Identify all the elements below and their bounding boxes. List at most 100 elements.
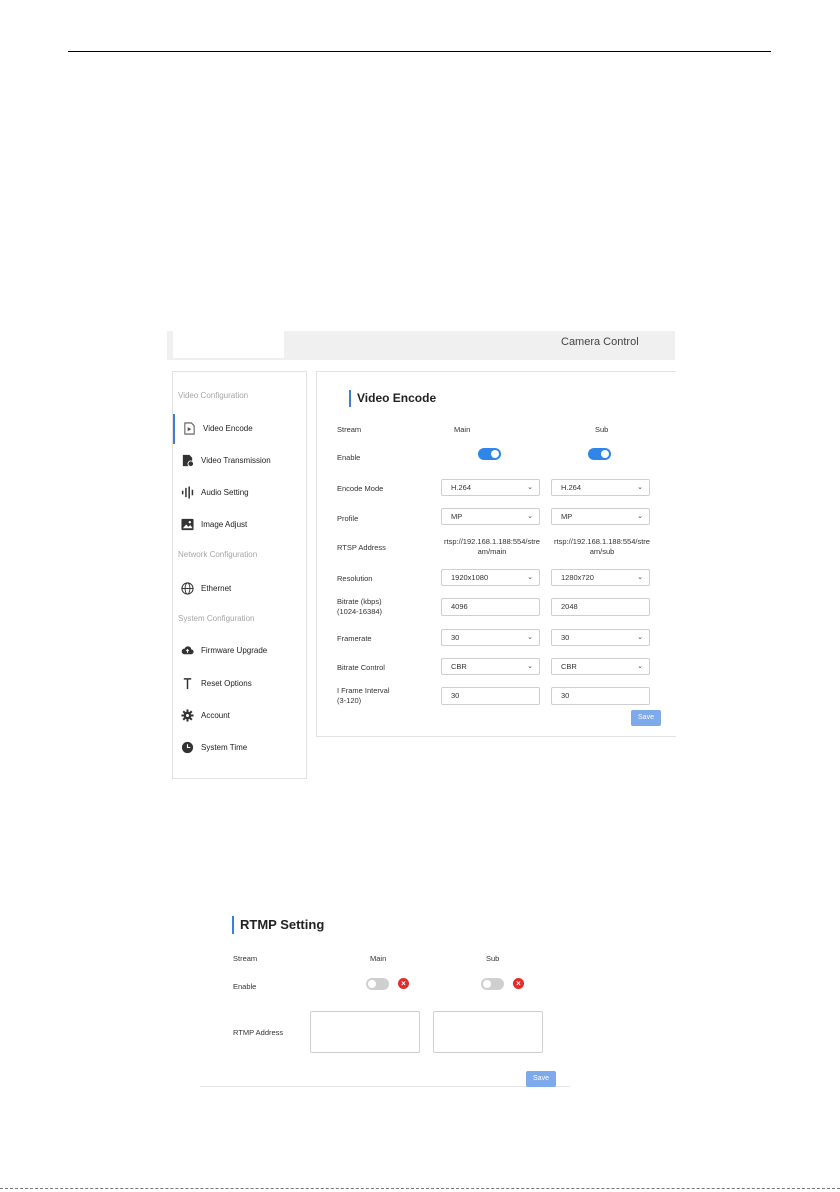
main-column-header: Main xyxy=(454,425,471,434)
chevron-down-icon: ⌄ xyxy=(637,634,643,641)
sidebar-item-video-transmission[interactable]: Video Transmission xyxy=(173,446,306,476)
main-bitrate-control-select[interactable]: CBR ⌄ xyxy=(441,658,540,675)
chevron-down-icon: ⌄ xyxy=(527,484,533,491)
main-rtsp-address: rtsp://192.168.1.188:554/stre am/main xyxy=(437,537,547,557)
main-rtmp-enable-toggle[interactable] xyxy=(366,978,389,990)
select-value: 30 xyxy=(451,633,460,642)
sidebar-item-label: Firmware Upgrade xyxy=(201,646,268,655)
top-bar: Camera Control xyxy=(167,331,675,360)
image-icon xyxy=(181,518,194,531)
sidebar-item-system-time[interactable]: System Time xyxy=(173,733,306,763)
select-value: CBR xyxy=(561,662,577,671)
panel-title: Video Encode xyxy=(349,390,436,407)
sidebar-item-label: Audio Setting xyxy=(201,488,249,497)
rtmp-address-label: RTMP Address xyxy=(233,1028,284,1037)
main-encode-mode-select[interactable]: H.264 ⌄ xyxy=(441,479,540,496)
sidebar-item-label: Ethernet xyxy=(201,584,232,593)
rtsp-address-label: RTSP Address xyxy=(337,543,386,552)
sidebar-item-label: Video Encode xyxy=(203,424,253,433)
save-button[interactable]: Save xyxy=(631,710,661,726)
sidebar-section-network: Network Configuration xyxy=(178,550,258,559)
sub-column-header: Sub xyxy=(595,425,609,434)
sidebar-item-image-adjust[interactable]: Image Adjust xyxy=(173,510,306,540)
rtmp-setting-screenshot: RTMP Setting Stream Main Sub Enable × × … xyxy=(200,910,600,1090)
sidebar-item-firmware-upgrade[interactable]: Firmware Upgrade xyxy=(173,636,306,666)
main-framerate-select[interactable]: 30 ⌄ xyxy=(441,629,540,646)
clock-icon xyxy=(181,741,194,754)
select-value: MP xyxy=(561,512,573,521)
chevron-down-icon: ⌄ xyxy=(527,513,533,520)
sidebar: Video Configuration Video Encode Video T… xyxy=(172,371,307,779)
sidebar-item-label: Account xyxy=(201,711,230,720)
sub-bitrate-input[interactable]: 2048 xyxy=(551,598,650,616)
sub-rtmp-enable-toggle[interactable] xyxy=(481,978,504,990)
sub-bitrate-control-select[interactable]: CBR ⌄ xyxy=(551,658,650,675)
sub-profile-select[interactable]: MP ⌄ xyxy=(551,508,650,525)
error-x-icon: × xyxy=(398,978,409,989)
sidebar-item-label: Video Transmission xyxy=(201,456,271,465)
main-column-header: Main xyxy=(370,954,387,963)
gear-icon xyxy=(181,709,194,722)
chevron-down-icon: ⌄ xyxy=(637,574,643,581)
rtsp-line: am/main xyxy=(477,547,507,556)
resolution-label: Resolution xyxy=(337,574,373,583)
sub-iframe-interval-input[interactable]: 30 xyxy=(551,687,650,705)
main-resolution-select[interactable]: 1920x1080 ⌄ xyxy=(441,569,540,586)
main-rtmp-address-input[interactable] xyxy=(310,1011,420,1053)
error-x-icon: × xyxy=(513,978,524,989)
cloud-upload-icon xyxy=(181,646,194,655)
divider xyxy=(200,1086,570,1087)
sidebar-item-video-encode[interactable]: Video Encode xyxy=(173,414,308,444)
sidebar-item-reset-options[interactable]: Reset Options xyxy=(173,669,306,699)
bitrate-label-line: Bitrate (kbps) xyxy=(337,597,382,606)
sidebar-item-audio-setting[interactable]: Audio Setting xyxy=(173,478,306,508)
sub-enable-toggle[interactable] xyxy=(588,448,611,460)
chevron-down-icon: ⌄ xyxy=(527,663,533,670)
page-footer-rule xyxy=(0,1188,840,1189)
sub-encode-mode-select[interactable]: H.264 ⌄ xyxy=(551,479,650,496)
chevron-down-icon: ⌄ xyxy=(637,513,643,520)
framerate-label: Framerate xyxy=(337,634,372,643)
chevron-down-icon: ⌄ xyxy=(527,634,533,641)
video-transmission-icon xyxy=(182,454,194,467)
rtsp-line: rtsp://192.168.1.188:554/stre xyxy=(554,537,650,546)
bitrate-label-line: (1024-16384) xyxy=(337,607,383,616)
sub-resolution-select[interactable]: 1280x720 ⌄ xyxy=(551,569,650,586)
bitrate-control-label: Bitrate Control xyxy=(337,663,385,672)
enable-label: Enable xyxy=(337,453,361,462)
video-encode-icon xyxy=(184,422,195,435)
sidebar-item-label: System Time xyxy=(201,743,248,752)
chevron-down-icon: ⌄ xyxy=(637,663,643,670)
enable-label: Enable xyxy=(233,982,257,991)
sub-rtsp-address: rtsp://192.168.1.188:554/stre am/sub xyxy=(547,537,657,557)
sub-rtmp-address-input[interactable] xyxy=(433,1011,543,1053)
main-enable-toggle[interactable] xyxy=(478,448,501,460)
globe-icon xyxy=(181,582,194,595)
select-value: 1920x1080 xyxy=(451,573,489,582)
main-profile-select[interactable]: MP ⌄ xyxy=(441,508,540,525)
main-iframe-interval-input[interactable]: 30 xyxy=(441,687,540,705)
reset-icon xyxy=(183,678,192,690)
video-encode-screenshot: Camera Control Video Configuration Video… xyxy=(167,331,676,781)
select-value: H.264 xyxy=(451,483,472,492)
iframe-label-line: I Frame Interval xyxy=(337,686,390,695)
save-button[interactable]: Save xyxy=(526,1071,556,1087)
sidebar-section-system: System Configuration xyxy=(178,614,255,623)
logo-area xyxy=(173,331,284,358)
sidebar-item-ethernet[interactable]: Ethernet xyxy=(173,574,306,604)
video-encode-panel: Video Encode Stream Main Sub Enable Enco… xyxy=(316,371,676,737)
sidebar-item-label: Image Adjust xyxy=(201,520,248,529)
sidebar-item-account[interactable]: Account xyxy=(173,701,306,731)
main-bitrate-input[interactable]: 4096 xyxy=(441,598,540,616)
select-value: 1280x720 xyxy=(561,573,594,582)
sidebar-item-label: Reset Options xyxy=(201,679,252,688)
select-value: MP xyxy=(451,512,463,521)
sub-column-header: Sub xyxy=(486,954,500,963)
stream-label: Stream xyxy=(233,954,258,963)
sidebar-section-video: Video Configuration xyxy=(178,391,249,400)
stream-label: Stream xyxy=(337,425,362,434)
profile-label: Profile xyxy=(337,514,359,523)
sub-framerate-select[interactable]: 30 ⌄ xyxy=(551,629,650,646)
bitrate-label: Bitrate (kbps) (1024-16384) xyxy=(337,597,382,617)
audio-icon xyxy=(181,486,194,499)
